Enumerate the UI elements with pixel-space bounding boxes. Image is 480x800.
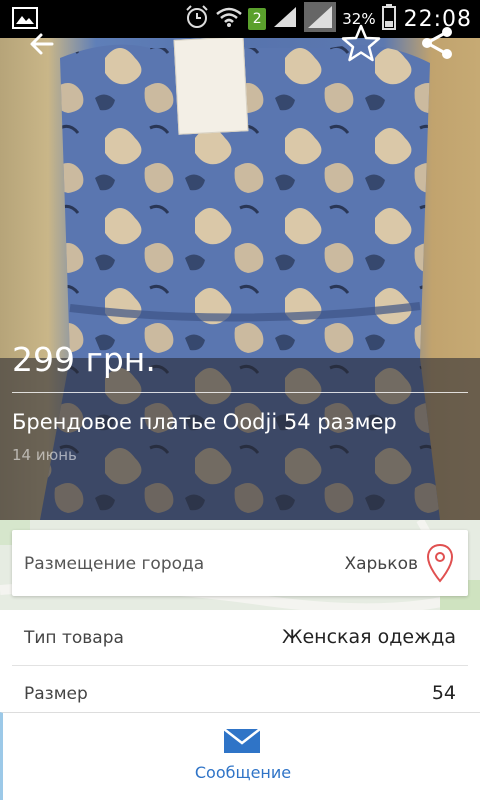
map-pin-icon [426, 543, 454, 587]
sim-badge: 2 [248, 8, 267, 30]
status-bar: 2 32% 22:08 [0, 0, 480, 38]
message-button[interactable]: Сообщение [0, 712, 480, 800]
listing-price: 299 грн. [12, 340, 156, 379]
location-label: Размещение города [24, 554, 205, 574]
share-button[interactable] [414, 20, 460, 66]
param-row-type: Тип товара Женская одежда [12, 610, 468, 666]
listing-date: 14 июнь [12, 446, 77, 464]
location-city: Харьков [344, 554, 418, 574]
back-button[interactable] [20, 22, 64, 66]
signal-icon [272, 5, 298, 33]
params-section: Тип товара Женская одежда Размер 54 [0, 610, 480, 714]
favorite-button[interactable] [336, 18, 386, 68]
message-label: Сообщение [194, 763, 292, 782]
location-card[interactable]: Размещение города Харьков [12, 530, 468, 596]
signal-icon-2 [304, 2, 337, 36]
star-outline-icon [341, 24, 381, 62]
share-icon [422, 27, 452, 59]
param-label: Тип товара [24, 628, 124, 648]
param-value: Женская одежда [282, 626, 456, 648]
price-tag-label [173, 38, 249, 135]
alarm-icon [184, 4, 210, 34]
param-label: Размер [24, 684, 88, 704]
listing-title: Брендовое платье Oodji 54 размер [12, 410, 397, 434]
param-value: 54 [431, 682, 456, 704]
wifi-icon [216, 6, 243, 32]
price-divider [12, 392, 468, 393]
price-overlay [0, 358, 480, 520]
envelope-icon [223, 728, 261, 757]
arrow-left-icon [30, 33, 54, 55]
